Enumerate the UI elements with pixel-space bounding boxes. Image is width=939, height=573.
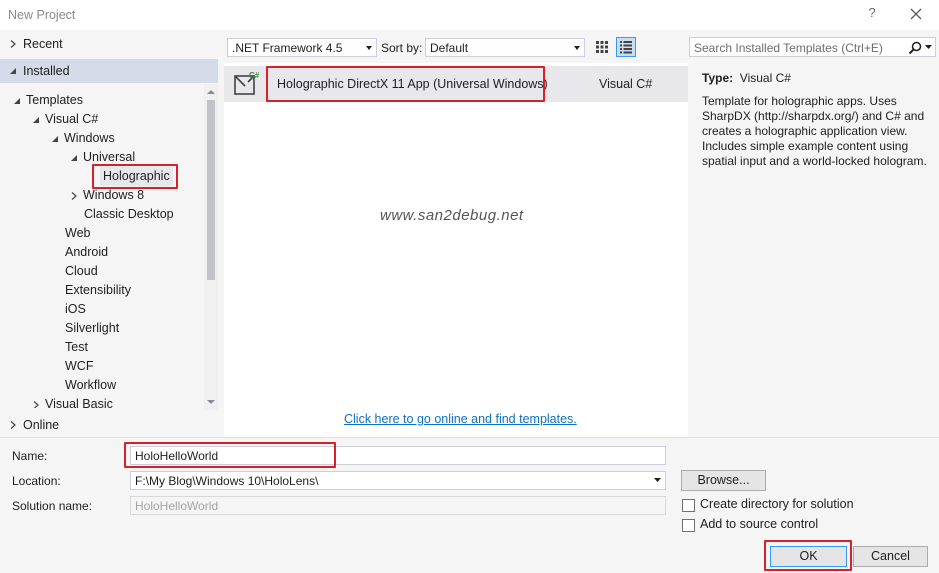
chevron-right-icon [71, 191, 77, 200]
sidebar-item-installed[interactable]: Installed [0, 59, 218, 83]
expanded-triangle-icon [14, 97, 20, 104]
tree-item-label: Android [65, 245, 109, 259]
tree-item-wcf[interactable]: WCF [65, 357, 93, 376]
tree-item-label: WCF [65, 359, 94, 373]
tree-item-label: iOS [65, 302, 86, 316]
highlight-name [124, 442, 336, 468]
tree-item-cloud[interactable]: Cloud [65, 262, 98, 281]
tree-item-extensibility[interactable]: Extensibility [65, 281, 131, 300]
location-label: Location: [12, 474, 61, 488]
small-icons-view-button[interactable] [592, 37, 612, 57]
tree-scrollbar[interactable] [204, 84, 218, 410]
tree-item-label: Cloud [65, 264, 98, 278]
framework-value: .NET Framework 4.5 [232, 41, 343, 55]
template-type: Type: Visual C# [702, 71, 791, 85]
template-description: Template for holographic apps. Uses Shar… [702, 94, 927, 168]
search-icon[interactable] [907, 40, 923, 56]
sidebar-item-recent[interactable]: Recent [0, 32, 218, 56]
tree-item-label: Windows 8 [83, 188, 145, 202]
solution-name-input: HoloHelloWorld [130, 496, 666, 515]
tree-item-label: Web [65, 226, 91, 240]
tree-item-web[interactable]: Web [65, 224, 90, 243]
tree-item-label: Visual Basic [45, 397, 113, 408]
highlight-template [266, 66, 545, 102]
tree-item-templates[interactable]: Templates [12, 91, 83, 110]
type-label: Type: [702, 71, 734, 85]
template-list: C# Holographic DirectX 11 App (Universal… [224, 63, 688, 437]
tree-item-visual-csharp[interactable]: Visual C# [31, 110, 98, 129]
search-templates-input[interactable]: Search Installed Templates (Ctrl+E) [689, 37, 936, 57]
tree-item-label: Silverlight [65, 321, 120, 335]
tree-item-label: Test [65, 340, 88, 354]
solution-name-value: HoloHelloWorld [135, 499, 219, 513]
tree-item-workflow[interactable]: Workflow [65, 376, 116, 395]
browse-button[interactable]: Browse... [681, 470, 766, 491]
tree-item-label: Templates [26, 93, 83, 107]
close-icon[interactable] [906, 4, 926, 24]
tree-item-visual-basic[interactable]: Visual Basic [31, 395, 113, 408]
template-details: Type: Visual C# Template for holographic… [690, 63, 939, 437]
tree-item-windows[interactable]: Windows [50, 129, 115, 148]
create-directory-label: Create directory for solution [700, 497, 854, 511]
chevron-right-icon [10, 40, 16, 48]
type-value: Visual C# [739, 71, 791, 85]
online-templates-link[interactable]: Click here to go online and find templat… [344, 412, 577, 426]
scroll-up-icon[interactable] [207, 88, 215, 96]
list-view-button[interactable] [616, 37, 636, 57]
framework-dropdown[interactable]: .NET Framework 4.5 [227, 38, 377, 57]
watermark: www.san2debug.net [380, 207, 524, 224]
expanded-triangle-icon [52, 135, 58, 142]
tree-item-label: Visual C# [45, 112, 99, 126]
create-directory-checkbox[interactable] [682, 499, 695, 512]
chevron-down-icon[interactable] [654, 478, 661, 483]
scroll-down-icon[interactable] [207, 398, 215, 406]
svg-text:C#: C# [249, 71, 260, 80]
location-value: F:\My Blog\Windows 10\HoloLens\ [135, 474, 319, 488]
tree-item-test[interactable]: Test [65, 338, 88, 357]
list-view-icon [620, 41, 632, 54]
grid-view-icon [596, 41, 608, 53]
sidebar-item-label: Online [23, 418, 60, 432]
search-placeholder: Search Installed Templates (Ctrl+E) [694, 41, 883, 55]
location-combobox[interactable]: F:\My Blog\Windows 10\HoloLens\ [130, 471, 666, 490]
sidebar-item-label: Installed [23, 64, 70, 78]
template-sidebar: Recent Installed Templates Visual C# Win… [0, 30, 222, 437]
expanded-triangle-icon [33, 116, 39, 123]
tree-item-label: Workflow [65, 378, 117, 392]
sort-dropdown[interactable]: Default [425, 38, 585, 57]
chevron-right-icon [10, 421, 16, 429]
tree-item-label: Universal [83, 150, 136, 164]
highlight-holographic [92, 164, 178, 189]
help-button[interactable]: ? [864, 5, 880, 23]
chevron-down-icon [574, 46, 580, 50]
template-tree: Templates Visual C# Windows Universal Ho… [0, 90, 204, 408]
chevron-down-icon [366, 46, 372, 50]
expanded-triangle-icon [10, 68, 16, 74]
sort-by-label: Sort by: [381, 41, 423, 55]
sort-value: Default [430, 41, 469, 55]
tree-item-label: Classic Desktop [84, 207, 174, 221]
chevron-right-icon [33, 400, 39, 408]
name-label: Name: [12, 449, 48, 463]
chevron-down-icon[interactable] [925, 45, 932, 50]
scrollbar-thumb[interactable] [207, 100, 215, 280]
solution-name-label: Solution name: [12, 499, 93, 513]
expanded-triangle-icon [71, 154, 77, 161]
source-control-label: Add to source control [700, 517, 819, 531]
source-control-checkbox[interactable] [682, 519, 695, 532]
sidebar-item-online[interactable]: Online [0, 413, 218, 437]
sidebar-item-label: Recent [23, 37, 63, 51]
window-title: New Project [8, 8, 76, 22]
tree-item-android[interactable]: Android [65, 243, 108, 262]
tree-item-label: Windows [64, 131, 115, 145]
highlight-ok [764, 540, 852, 571]
tree-item-silverlight[interactable]: Silverlight [65, 319, 119, 338]
cancel-button[interactable]: Cancel [853, 546, 928, 567]
tree-item-classic-desktop[interactable]: Classic Desktop [84, 205, 174, 224]
tree-item-ios[interactable]: iOS [65, 300, 86, 319]
tree-item-label: Extensibility [65, 283, 131, 297]
template-language: Visual C# [599, 77, 653, 91]
title-bar: New Project ? [0, 0, 939, 30]
csharp-holographic-icon: C# [234, 71, 260, 95]
